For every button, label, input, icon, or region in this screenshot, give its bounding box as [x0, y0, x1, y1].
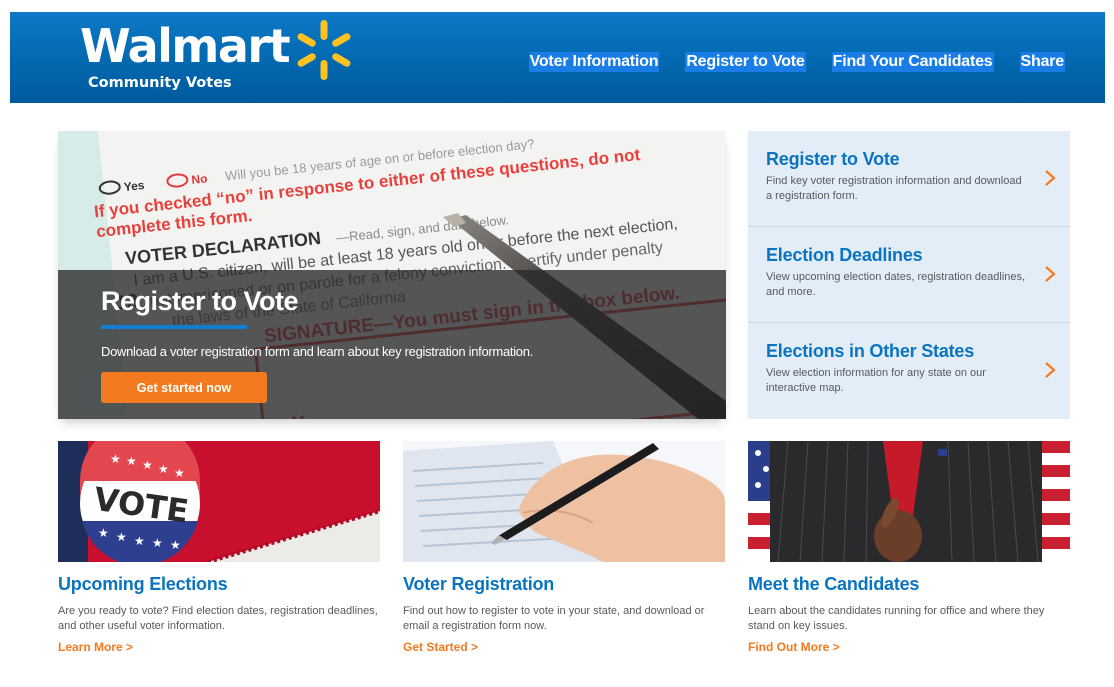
card-title: Meet the Candidates	[748, 574, 920, 594]
photo-no-label: No	[191, 171, 208, 187]
card-title: Upcoming Elections	[58, 574, 228, 594]
svg-text:★: ★	[134, 534, 145, 548]
find-out-more-link[interactable]: Find Out More >	[748, 640, 840, 654]
nav-voter-information[interactable]: Voter Information	[528, 52, 660, 72]
vote-button-image[interactable]: ★ ★ ★ ★ ★ ★ ★ ★ ★ ★ VOTE	[58, 441, 380, 562]
card-voter-registration: Voter Registration Find out how to regis…	[403, 441, 728, 656]
sidebar-item-description: View upcoming election dates, registrati…	[766, 271, 1026, 298]
hero-description: Download a voter registration form and l…	[101, 344, 533, 359]
svg-text:★: ★	[152, 536, 163, 550]
svg-text:★: ★	[110, 452, 121, 466]
vote-pin-illustration: ★ ★ ★ ★ ★ ★ ★ ★ ★ ★ VOTE	[58, 441, 380, 562]
photo-yes-label: Yes	[123, 178, 145, 194]
learn-more-link[interactable]: Learn More >	[58, 640, 133, 654]
svg-text:★: ★	[126, 454, 137, 468]
sidebar-item-description: View election information for any state …	[766, 367, 986, 394]
card-description: Find out how to register to vote in your…	[403, 605, 705, 632]
logo-wordmark: Walmart	[80, 19, 291, 73]
svg-text:★: ★	[142, 458, 153, 472]
svg-text:★: ★	[116, 530, 127, 544]
card-description: Learn about the candidates running for o…	[748, 605, 1045, 632]
get-started-link[interactable]: Get Started >	[403, 640, 478, 654]
chevron-right-icon	[1045, 266, 1056, 282]
hero-title: Register to Vote	[101, 286, 299, 316]
main-nav: Voter Information Register to Vote Find …	[528, 52, 1065, 72]
sidebar-item-description: Find key voter registration information …	[766, 175, 1022, 202]
hero-banner: Yes No Will you be 18 years of age on or…	[58, 131, 726, 419]
svg-text:★: ★	[158, 462, 169, 476]
chevron-right-icon	[1045, 362, 1056, 378]
card-meet-the-candidates: Meet the Candidates Learn about the cand…	[748, 441, 1073, 656]
signing-form-image[interactable]	[403, 441, 725, 562]
sidebar-item-register-to-vote[interactable]: Register to Vote Find key voter registra…	[748, 131, 1070, 227]
chevron-right-icon	[1045, 170, 1056, 186]
hero-title-underline	[101, 325, 247, 329]
walmart-spark-icon	[297, 20, 351, 80]
nav-register-to-vote[interactable]: Register to Vote	[685, 52, 806, 72]
logo-subtitle: Community Votes	[88, 75, 232, 91]
svg-text:★: ★	[98, 526, 109, 540]
sidebar-item-title: Elections in Other States	[766, 341, 975, 361]
sidebar-item-election-deadlines[interactable]: Election Deadlines View upcoming electio…	[748, 227, 1070, 323]
card-upcoming-elections: ★ ★ ★ ★ ★ ★ ★ ★ ★ ★ VOTE Upcoming Elections Are …	[58, 441, 383, 656]
svg-text:★: ★	[170, 538, 181, 552]
candidate-image[interactable]	[748, 441, 1070, 562]
nav-share[interactable]: Share	[1019, 52, 1065, 72]
nav-find-your-candidates[interactable]: Find Your Candidates	[831, 52, 994, 72]
walmart-community-votes-logo[interactable]: Walmart Community Votes	[80, 18, 370, 98]
hand-signing-illustration	[403, 441, 725, 562]
get-started-button[interactable]: Get started now	[101, 372, 267, 403]
candidate-illustration	[748, 441, 1070, 562]
card-description: Are you ready to vote? Find election dat…	[58, 605, 378, 632]
quick-links-panel: Register to Vote Find key voter registra…	[748, 131, 1070, 419]
site-header: Walmart Community Votes Voter Informatio…	[10, 12, 1105, 103]
sidebar-item-elections-other-states[interactable]: Elections in Other States View election …	[748, 323, 1070, 419]
svg-text:★: ★	[174, 466, 185, 480]
sidebar-item-title: Election Deadlines	[766, 245, 923, 265]
sidebar-item-title: Register to Vote	[766, 149, 900, 169]
card-title: Voter Registration	[403, 574, 555, 594]
